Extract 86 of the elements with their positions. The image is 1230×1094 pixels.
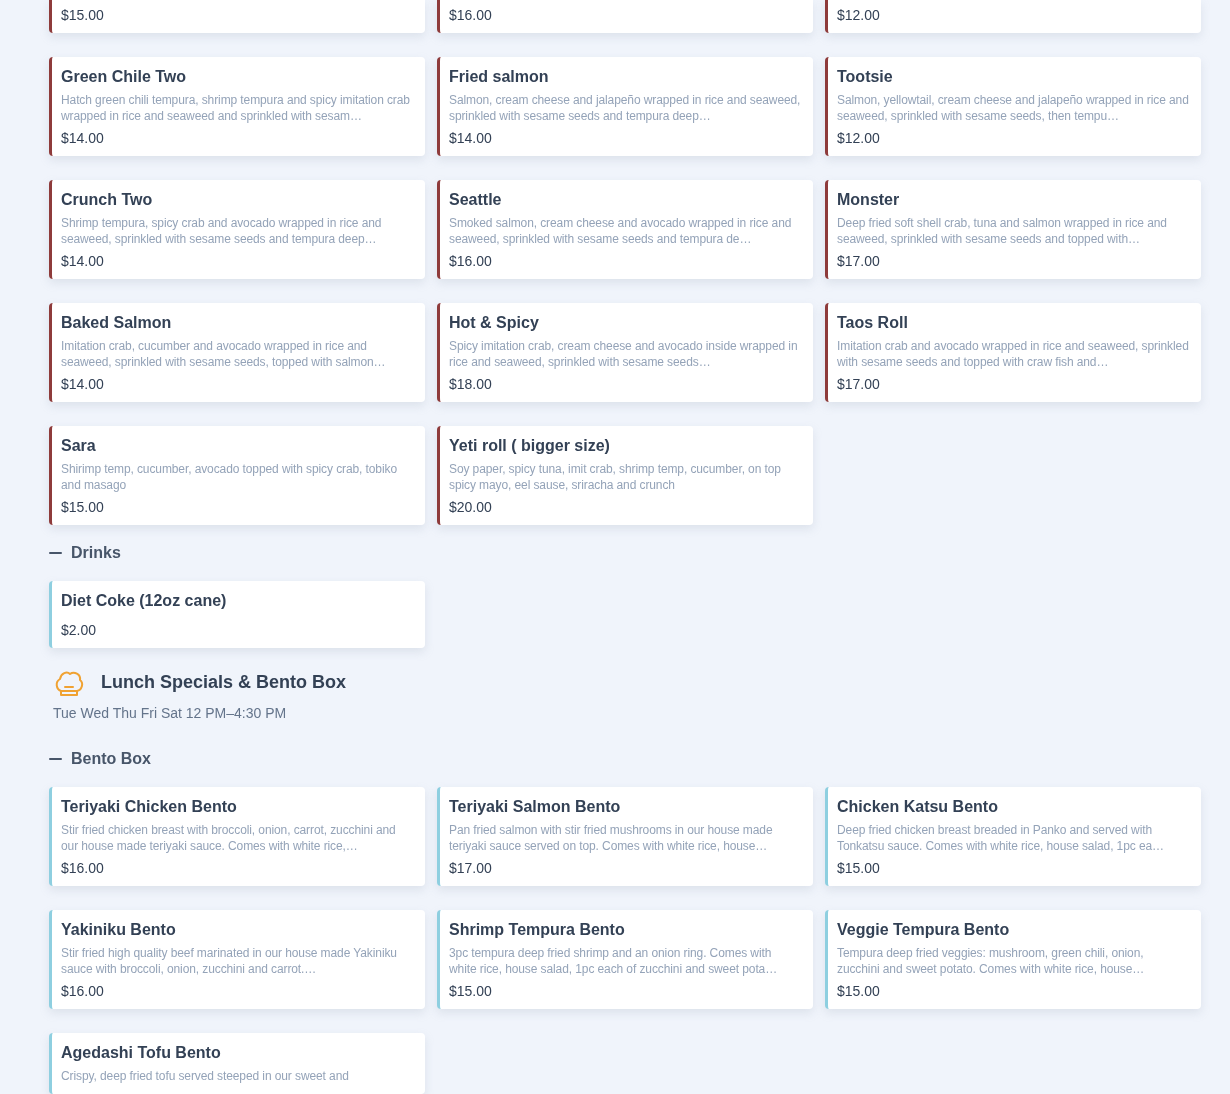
item-price: $15.00 <box>61 7 105 23</box>
item-price: $20.00 <box>449 499 493 515</box>
menu-item-card[interactable]: Hot & Spicy Spicy imitation crab, cream cheese and avocado inside wrapped in rice and seaweed, sprinkled with sesame seeds… $18.00 <box>437 303 813 402</box>
item-name: Shrimp Tempura Bento <box>449 920 626 940</box>
item-name: Hot & Spicy <box>449 313 540 333</box>
item-description: Deep fried chicken breast breaded in Panko and served with Tonkatsu sauce. Comes with white rice, house salad, 1pc ea… <box>837 822 1165 854</box>
menu-item-card[interactable]: Shrimp Tempura Bento 3pc tempura deep fried shrimp and an onion ring. Comes with white rice, house salad, 1pc each of zucchini and sweet pota… $15.00 <box>437 910 813 1009</box>
category-title[interactable]: Drinks <box>71 543 121 562</box>
item-description: 3pc tempura deep fried shrimp and an onion ring. Comes with white rice, house salad, 1pc each of zucchini and sweet pota… <box>449 945 779 977</box>
item-description: Shirimp temp, cucumber, avocado topped with spicy crab, tobiko and masago <box>61 461 398 493</box>
item-price: $16.00 <box>61 983 105 999</box>
item-price: $16.00 <box>449 253 493 269</box>
menu-item-card[interactable]: $12.00 <box>825 0 1201 33</box>
menu-item-card[interactable]: Monster Deep fried soft shell crab, tuna and salmon wrapped in rice and seaweed, sprinkled with sesame seeds and topped with… $17.00 <box>825 180 1201 279</box>
item-name: Green Chile Two <box>61 67 188 87</box>
item-price: $16.00 <box>61 860 105 876</box>
item-description: Imitation crab and avocado wrapped in rice and seaweed, sprinkled with sesame seeds and topped with craw fish and… <box>837 338 1189 370</box>
menu-item-card[interactable]: Teriyaki Salmon Bento Pan fried salmon with stir fried mushrooms in our house made teriyaki sauce served on top. Comes with white rice, house… $17.00 <box>437 787 813 886</box>
item-price: $14.00 <box>61 253 105 269</box>
item-description: Salmon, cream cheese and jalapeño wrapped in rice and seaweed, sprinkled with sesame seeds and tempura deep… <box>449 92 801 124</box>
item-description: Soy paper, spicy tuna, imit crab, shrimp temp, cucumber, on top spicy mayo, eel sause, sriracha and crunch <box>449 461 782 493</box>
item-price: $14.00 <box>61 130 105 146</box>
menu-item-card[interactable]: Fried salmon Salmon, cream cheese and jalapeño wrapped in rice and seaweed, sprinkled with sesame seeds and tempura deep… $14.00 <box>437 57 813 156</box>
menu-item-card[interactable]: $15.00 <box>49 0 425 33</box>
item-description: Imitation crab, cucumber and avocado wrapped in rice and seaweed, sprinkled with sesame seeds, topped with salmon… <box>61 338 387 370</box>
item-description: Hatch green chili tempura, shrimp tempura and spicy imitation crab wrapped in rice and seaweed and sprinkled with sesam… <box>61 92 411 124</box>
item-name: Chicken Katsu Bento <box>837 797 999 817</box>
menu-item-card[interactable]: $16.00 <box>437 0 813 33</box>
item-price: $17.00 <box>837 253 881 269</box>
collapse-icon[interactable] <box>49 758 62 761</box>
item-description: Tempura deep fried veggies: mushroom, green chili, onion, zucchini and sweet potato. Comes with white rice, house… <box>837 945 1146 977</box>
menu-item-card[interactable]: Chicken Katsu Bento Deep fried chicken breast breaded in Panko and served with Tonkatsu sauce. Comes with white rice, house salad, 1pc ea… $15.00 <box>825 787 1201 886</box>
item-name: Agedashi Tofu Bento <box>61 1043 222 1063</box>
menu-item-card[interactable]: Teriyaki Chicken Bento Stir fried chicken breast with broccoli, onion, carrot, zucchini and our house made teriyaki sauce. Comes with white rice,… $16.00 <box>49 787 425 886</box>
item-price: $15.00 <box>61 499 105 515</box>
collapse-icon[interactable] <box>49 551 62 554</box>
item-name: Crunch Two <box>61 190 154 210</box>
item-price: $15.00 <box>837 983 881 999</box>
item-description: Stir fried chicken breast with broccoli, onion, carrot, zucchini and our house made teriyaki sauce. Comes with white rice,… <box>61 822 397 854</box>
menu-item-card[interactable]: Crunch Two Shrimp tempura, spicy crab and avocado wrapped in rice and seaweed, sprinkled with sesame seeds and tempura deep… $14.00 <box>49 180 425 279</box>
item-price: $12.00 <box>837 7 881 23</box>
menu-item-card[interactable]: Seattle Smoked salmon, cream cheese and avocado wrapped in rice and seaweed, sprinkled with sesame seeds and tempura de… $16.00 <box>437 180 813 279</box>
item-description: Crispy, deep fried tofu served steeped in our sweet and <box>61 1068 350 1084</box>
menu-item-card[interactable]: Green Chile Two Hatch green chili tempura, shrimp tempura and spicy imitation crab wrapped in rice and seaweed and sprinkled with sesam… $14.00 <box>49 57 425 156</box>
category-title[interactable]: Bento Box <box>71 750 151 769</box>
item-name: Teriyaki Chicken Bento <box>61 797 238 817</box>
item-description: Spicy imitation crab, cream cheese and avocado inside wrapped in rice and seaweed, sprinkled with sesame seeds… <box>449 338 799 370</box>
item-name: Monster <box>837 190 901 210</box>
item-name: Fried salmon <box>449 67 550 87</box>
menu-item-card[interactable]: Taos Roll Imitation crab and avocado wrapped in rice and seaweed, sprinkled with sesame seeds and topped with craw fish and… $17.00 <box>825 303 1201 402</box>
item-price: $14.00 <box>61 376 105 392</box>
menu-item-card[interactable]: Agedashi Tofu Bento Crispy, deep fried tofu served steeped in our sweet and <box>49 1033 425 1094</box>
item-name: Teriyaki Salmon Bento <box>449 797 622 817</box>
item-name: Baked Salmon <box>61 313 173 333</box>
item-name: Sara <box>61 436 97 456</box>
item-name: Diet Coke (12oz cane) <box>61 590 228 611</box>
item-description: Shrimp tempura, spicy crab and avocado wrapped in rice and seaweed, sprinkled with sesame seeds and tempura deep… <box>61 215 383 247</box>
menu-hours: Tue Wed Thu Fri Sat 12 PM–4:30 PM <box>53 704 288 721</box>
menu-title: Lunch Specials & Bento Box <box>101 672 347 693</box>
item-price: $16.00 <box>449 7 493 23</box>
item-price: $18.00 <box>449 376 493 392</box>
item-name: Taos Roll <box>837 313 909 333</box>
menu-item-card[interactable]: Baked Salmon Imitation crab, cucumber and avocado wrapped in rice and seaweed, sprinkled with sesame seeds, topped with salmon… $14.00 <box>49 303 425 402</box>
menu-item-card[interactable]: Yakiniku Bento Stir fried high quality beef marinated in our house made Yakiniku sauce with broccoli, onion, zucchini and carrot.… $16.00 <box>49 910 425 1009</box>
menu-item-card[interactable]: Veggie Tempura Bento Tempura deep fried veggies: mushroom, green chili, onion, zucchini and sweet potato. Comes with white rice, house… $15.00 <box>825 910 1201 1009</box>
item-price: $14.00 <box>449 130 493 146</box>
item-price: $12.00 <box>837 130 881 146</box>
item-price: $17.00 <box>449 860 493 876</box>
item-description: Pan fried salmon with stir fried mushrooms in our house made teriyaki sauce served on top. Comes with white rice, house… <box>449 822 774 854</box>
item-description: Stir fried high quality beef marinated in our house made Yakiniku sauce with broccoli, onion, zucchini and carrot.… <box>61 945 398 977</box>
item-name: Yakiniku Bento <box>61 920 177 940</box>
item-price: $17.00 <box>837 376 881 392</box>
menu-item-card[interactable]: Sara Shirimp temp, cucumber, avocado topped with spicy crab, tobiko and masago $15.00 <box>49 426 425 525</box>
menu-item-card[interactable]: Tootsie Salmon, yellowtail, cream cheese and jalapeño wrapped in rice and seaweed, sprinkled with sesame seeds, then tempu… $12.00 <box>825 57 1201 156</box>
item-description: Smoked salmon, cream cheese and avocado wrapped in rice and seaweed, sprinkled with sesame seeds and tempura de… <box>449 215 793 247</box>
item-name: Yeti roll ( bigger size) <box>449 436 611 456</box>
menu-item-card[interactable]: Diet Coke (12oz cane) $2.00 <box>49 580 425 648</box>
item-price: $15.00 <box>449 983 493 999</box>
item-price: $15.00 <box>837 860 881 876</box>
item-description: Deep fried soft shell crab, tuna and salmon wrapped in rice and seaweed, sprinkled with sesame seeds and topped with… <box>837 215 1168 247</box>
menu-item-card[interactable]: Yeti roll ( bigger size) Soy paper, spicy tuna, imit crab, shrimp temp, cucumber, on top spicy mayo, eel sause, sriracha and crunch $20.00 <box>437 426 813 525</box>
item-description: Salmon, yellowtail, cream cheese and jalapeño wrapped in rice and seaweed, sprinkled with sesame seeds, then tempu… <box>837 92 1189 124</box>
item-price: $2.00 <box>61 621 98 638</box>
item-name: Veggie Tempura Bento <box>837 920 1011 940</box>
item-name: Tootsie <box>837 67 894 87</box>
item-name: Seattle <box>449 190 503 210</box>
